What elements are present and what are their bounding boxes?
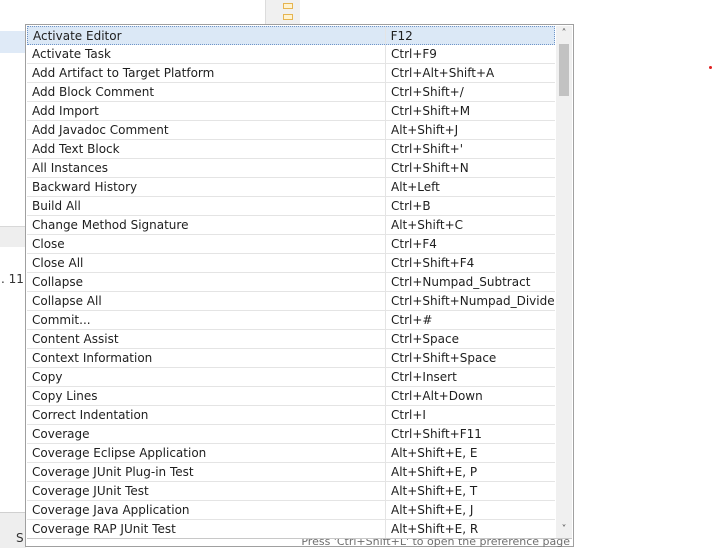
command-name: Collapse [27, 273, 386, 291]
command-row[interactable]: Coverage JUnit Plug-in Test Alt+Shift+E, … [27, 463, 555, 482]
command-name: Copy [27, 368, 386, 386]
key-binding: Ctrl+F9 [391, 47, 437, 61]
key-binding: Ctrl+Alt+Down [391, 389, 483, 403]
key-binding: Ctrl+Shift+Space [391, 351, 497, 365]
command-row[interactable]: Correct Indentation Ctrl+I [27, 406, 555, 425]
command-row[interactable]: Collapse Ctrl+Numpad_Subtract [27, 273, 555, 292]
command-row[interactable]: Commit... Ctrl+# [27, 311, 555, 330]
key-binding: Ctrl+Alt+Shift+A [391, 66, 495, 80]
warning-marker-icon[interactable] [283, 14, 293, 20]
command-name: Collapse All [27, 292, 386, 310]
warning-marker-icon[interactable] [283, 3, 293, 9]
command-name: Coverage Java Application [27, 501, 386, 519]
command-name: Coverage [27, 425, 386, 443]
command-name: Content Assist [27, 330, 386, 348]
command-name: Add Javadoc Comment [27, 121, 386, 139]
command-row[interactable]: Context Information Ctrl+Shift+Space [27, 349, 555, 368]
command-name: Add Text Block [27, 140, 386, 158]
command-row[interactable]: Coverage Eclipse Application Alt+Shift+E,… [27, 444, 555, 463]
red-dot-marker [709, 66, 712, 69]
key-binding: Ctrl+B [391, 199, 431, 213]
editor-current-line [0, 31, 26, 53]
command-name: Activate Task [27, 45, 386, 63]
chevron-up-icon[interactable]: ˄ [556, 26, 572, 42]
key-binding: Alt+Shift+C [391, 218, 464, 232]
key-binding: Alt+Shift+E, E [391, 446, 478, 460]
key-binding: Alt+Shift+E, P [391, 465, 478, 479]
key-binding: Alt+Shift+E, J [391, 503, 474, 517]
command-name: Coverage JUnit Test [27, 482, 386, 500]
command-name: Context Information [27, 349, 386, 367]
key-binding: F12 [390, 29, 413, 43]
key-binding: Ctrl+Numpad_Subtract [391, 275, 531, 289]
command-name: Close All [27, 254, 386, 272]
key-binding: Ctrl+F4 [391, 237, 437, 251]
background-text-fragment: . 11. [1, 272, 28, 286]
key-binding: Alt+Shift+E, R [391, 522, 479, 536]
key-binding: Ctrl+# [391, 313, 433, 327]
command-name: All Instances [27, 159, 386, 177]
command-row[interactable]: Copy Ctrl+Insert [27, 368, 555, 387]
scrollbar-thumb[interactable] [559, 44, 569, 96]
command-row[interactable]: Backward History Alt+Left [27, 178, 555, 197]
command-name: Activate Editor [28, 27, 386, 44]
command-name: Copy Lines [27, 387, 386, 405]
command-row[interactable]: Change Method Signature Alt+Shift+C [27, 216, 555, 235]
command-name: Commit... [27, 311, 386, 329]
vertical-scrollbar[interactable]: ˄ ˅ [556, 26, 572, 538]
status-line: Press 'Ctrl+Shift+L' to open the prefere… [27, 538, 572, 547]
background-bottom-text: S [16, 531, 24, 545]
key-binding: Ctrl+Insert [391, 370, 457, 384]
background-panel-header [0, 226, 26, 247]
command-name: Add Import [27, 102, 386, 120]
command-name: Coverage RAP JUnit Test [27, 520, 386, 538]
key-assist-popup: Activate Editor F12 Activate Task Ctrl+F9 Ad… [25, 24, 574, 547]
command-name: Build All [27, 197, 386, 215]
command-row[interactable]: Coverage JUnit Test Alt+Shift+E, T [27, 482, 555, 501]
key-binding: Ctrl+Shift+/ [391, 85, 464, 99]
command-name: Add Artifact to Target Platform [27, 64, 386, 82]
command-name: Backward History [27, 178, 386, 196]
key-binding: Ctrl+Space [391, 332, 459, 346]
command-name: Add Block Comment [27, 83, 386, 101]
command-row[interactable]: Add Text Block Ctrl+Shift+' [27, 140, 555, 159]
key-binding: Ctrl+Shift+F4 [391, 256, 475, 270]
command-row[interactable]: Coverage Java Application Alt+Shift+E, J [27, 501, 555, 520]
command-name: Coverage JUnit Plug-in Test [27, 463, 386, 481]
key-binding: Ctrl+Shift+' [391, 142, 464, 156]
command-row[interactable]: Activate Editor F12 [27, 26, 555, 45]
command-row[interactable]: Collapse All Ctrl+Shift+Numpad_Divide [27, 292, 555, 311]
command-row[interactable]: Coverage RAP JUnit Test Alt+Shift+E, R [27, 520, 555, 538]
key-binding: Alt+Shift+E, T [391, 484, 478, 498]
command-row[interactable]: Activate Task Ctrl+F9 [27, 45, 555, 64]
command-name: Coverage Eclipse Application [27, 444, 386, 462]
chevron-down-icon[interactable]: ˅ [556, 522, 572, 538]
command-list[interactable]: Activate Editor F12 Activate Task Ctrl+F9 Ad… [27, 26, 555, 538]
command-row[interactable]: Content Assist Ctrl+Space [27, 330, 555, 349]
command-row[interactable]: Add Artifact to Target Platform Ctrl+Alt+… [27, 64, 555, 83]
command-row[interactable]: All Instances Ctrl+Shift+N [27, 159, 555, 178]
key-binding: Alt+Left [391, 180, 440, 194]
command-row[interactable]: Add Javadoc Comment Alt+Shift+J [27, 121, 555, 140]
command-row[interactable]: Copy Lines Ctrl+Alt+Down [27, 387, 555, 406]
status-text: Press 'Ctrl+Shift+L' to open the prefere… [301, 538, 570, 547]
command-name: Close [27, 235, 386, 253]
key-binding: Ctrl+Shift+Numpad_Divide [391, 294, 555, 308]
key-binding: Ctrl+Shift+F11 [391, 427, 482, 441]
command-row[interactable]: Add Import Ctrl+Shift+M [27, 102, 555, 121]
key-binding: Ctrl+Shift+M [391, 104, 471, 118]
command-name: Correct Indentation [27, 406, 386, 424]
overview-ruler-markers [283, 0, 293, 24]
command-row[interactable]: Coverage Ctrl+Shift+F11 [27, 425, 555, 444]
command-row[interactable]: Close Ctrl+F4 [27, 235, 555, 254]
key-binding: Ctrl+Shift+N [391, 161, 469, 175]
command-name: Change Method Signature [27, 216, 386, 234]
command-row[interactable]: Build All Ctrl+B [27, 197, 555, 216]
key-binding: Ctrl+I [391, 408, 426, 422]
command-row[interactable]: Add Block Comment Ctrl+Shift+/ [27, 83, 555, 102]
command-row[interactable]: Close All Ctrl+Shift+F4 [27, 254, 555, 273]
key-binding: Alt+Shift+J [391, 123, 459, 137]
